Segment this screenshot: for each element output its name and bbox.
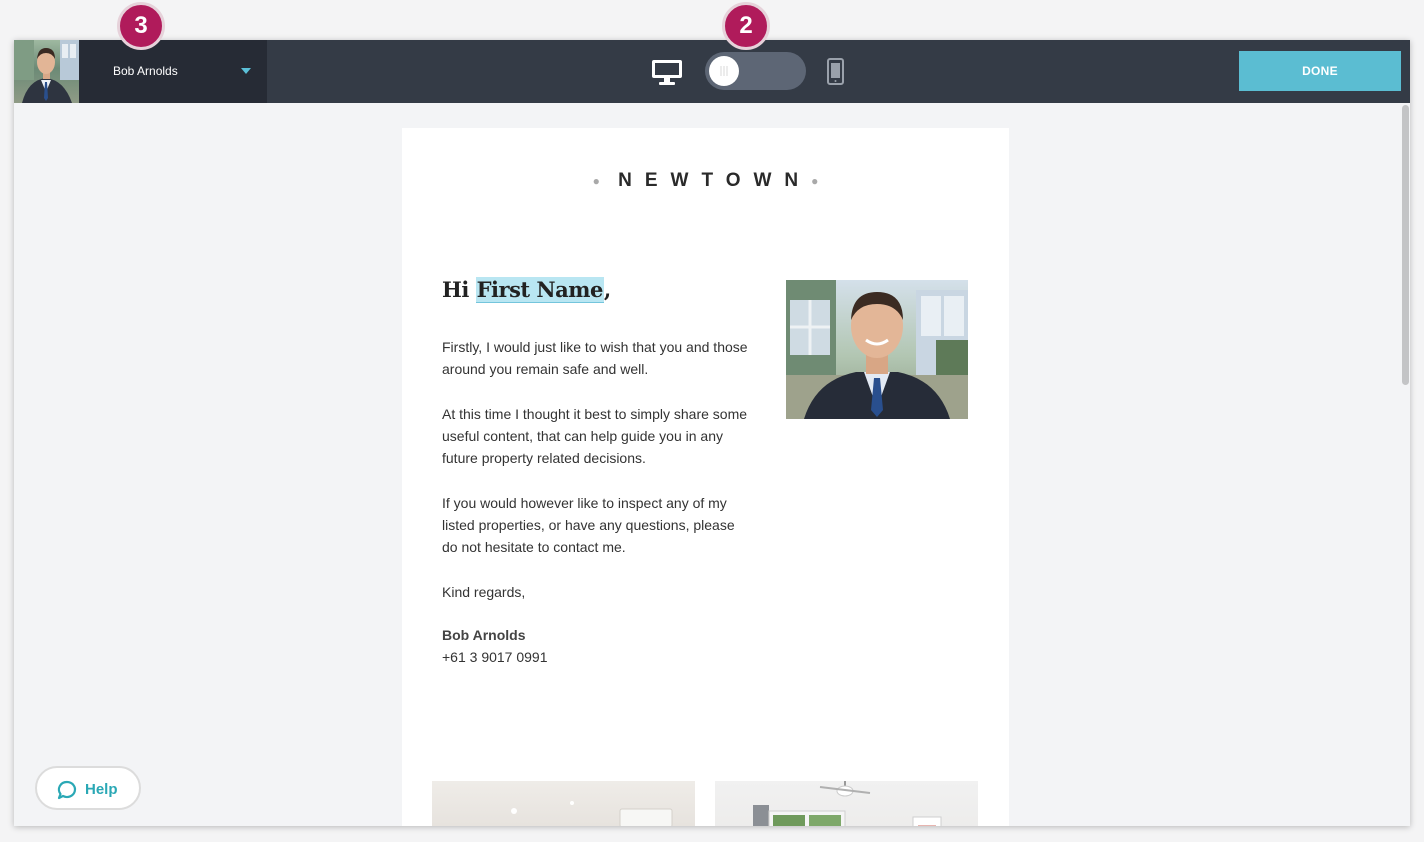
brand-dot-right: ●	[811, 173, 819, 188]
chat-bubble-icon	[57, 780, 77, 800]
user-selector-dropdown[interactable]: Bob Arnolds	[79, 40, 267, 103]
vertical-scrollbar[interactable]	[1398, 103, 1410, 826]
greeting-prefix: Hi	[442, 277, 476, 302]
email-preview: ● NEWTOWN● Hi First Name, Firstly, I wou…	[402, 128, 1009, 826]
email-paragraph-3: If you would however like to inspect any…	[442, 495, 735, 555]
signature-name: Bob Arnolds	[442, 627, 526, 643]
first-name-merge-field[interactable]: First Name	[475, 277, 604, 303]
grip-icon	[720, 66, 728, 76]
email-paragraph-1: Firstly, I would just like to wish that …	[442, 339, 748, 377]
signature-phone: +61 3 9017 0991	[442, 649, 548, 665]
done-button[interactable]: DONE	[1239, 51, 1401, 91]
property-interior-image-2	[753, 781, 942, 826]
desktop-view-icon[interactable]	[651, 58, 683, 86]
brand-logo: ● NEWTOWN●	[402, 170, 1009, 192]
property-photo-2	[715, 781, 978, 826]
email-paragraph-2: At this time I thought it best to simply…	[442, 406, 748, 466]
editor-window: Bob Arnolds DONE ● NEWTOWN● Hi First Nam…	[14, 40, 1410, 826]
avatar-portrait-image	[14, 40, 79, 103]
property-photo-1	[432, 781, 695, 826]
top-toolbar: Bob Arnolds DONE	[14, 40, 1410, 103]
step-badge-3: 3	[117, 2, 165, 50]
device-view-toggle[interactable]	[705, 52, 806, 90]
help-button[interactable]: Help	[35, 766, 141, 810]
mobile-view-icon[interactable]	[827, 58, 844, 85]
scrollbar-thumb[interactable]	[1402, 105, 1409, 385]
brand-dot-left: ●	[592, 173, 600, 188]
user-avatar[interactable]	[14, 40, 79, 103]
email-greeting: Hi First Name,	[442, 277, 611, 303]
user-name-label: Bob Arnolds	[113, 64, 178, 78]
brand-name: NEWTOWN	[618, 170, 812, 191]
agent-portrait-image	[786, 280, 968, 419]
agent-photo	[786, 280, 968, 419]
step-badge-2: 2	[722, 2, 770, 50]
help-label: Help	[85, 781, 118, 798]
toggle-knob	[709, 56, 739, 86]
email-sign-off: Kind regards,	[442, 584, 526, 600]
chevron-down-icon	[241, 68, 251, 74]
greeting-suffix: ,	[603, 277, 611, 302]
property-interior-image-1	[511, 801, 673, 826]
